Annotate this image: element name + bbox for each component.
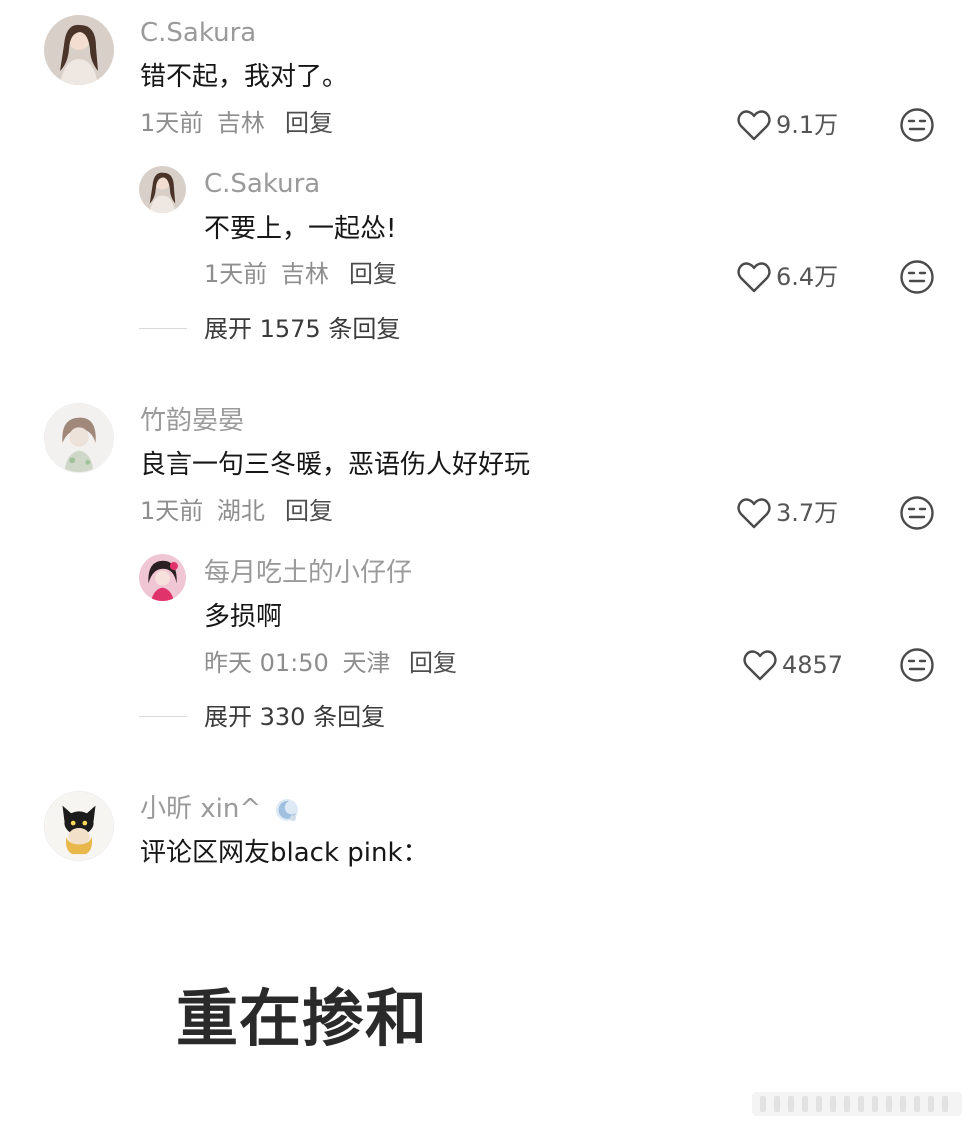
like-count: 9.1万	[776, 111, 839, 139]
neutral-face-icon	[900, 260, 934, 294]
dislike-button[interactable]	[899, 495, 935, 531]
heart-outline-icon	[736, 108, 772, 142]
avatar[interactable]	[44, 791, 114, 861]
reply-time: 昨天 01:50 天津	[204, 648, 390, 678]
avatar[interactable]	[139, 166, 186, 213]
comment-time: 1天前 吉林	[140, 108, 265, 138]
comment-time: 1天前 湖北	[140, 496, 265, 526]
like-count: 4857	[782, 651, 844, 679]
reply-button[interactable]: 回复	[285, 108, 333, 138]
avatar[interactable]	[139, 554, 186, 601]
like-count: 3.7万	[776, 499, 839, 527]
like-button[interactable]: 4857	[742, 648, 843, 682]
neutral-face-icon	[900, 108, 934, 142]
reply-location: 天津	[342, 649, 391, 677]
dislike-button[interactable]	[899, 647, 935, 683]
expand-divider	[139, 716, 187, 717]
like-button[interactable]: 9.1万	[736, 108, 838, 142]
avatar[interactable]	[44, 403, 114, 473]
avatar[interactable]	[44, 15, 114, 85]
reply-text: 多损啊	[204, 602, 283, 632]
reply-time: 1天前 吉林	[204, 259, 329, 289]
comment-time-value: 1天前	[140, 109, 204, 137]
neutral-face-icon	[900, 648, 934, 682]
comment-text: 良言一句三冬暖，恶语伤人好好玩	[140, 450, 531, 480]
heart-outline-icon	[736, 496, 772, 530]
reply-username[interactable]: 每月吃土的小仔仔	[204, 557, 412, 589]
heart-outline-icon	[742, 648, 778, 682]
comment-username[interactable]: 小昕 xin^	[140, 793, 301, 825]
comment-username[interactable]: 竹韵晏晏	[140, 405, 244, 437]
like-button[interactable]: 3.7万	[736, 496, 838, 530]
comment-text: 错不起，我对了。	[140, 62, 349, 92]
bottom-indicator	[752, 1090, 962, 1118]
neutral-face-icon	[900, 496, 934, 530]
expand-replies-button[interactable]: 展开 1575 条回复	[204, 314, 400, 344]
reply-button[interactable]: 回复	[409, 648, 457, 678]
like-button[interactable]: 6.4万	[736, 260, 838, 294]
comment-location: 吉林	[216, 109, 265, 137]
comment-username[interactable]: C.Sakura	[140, 17, 256, 49]
comment-username-text: 小昕 xin^	[140, 794, 262, 824]
reply-button[interactable]: 回复	[285, 496, 333, 526]
comment-time-value: 1天前	[140, 497, 204, 525]
dislike-button[interactable]	[899, 259, 935, 295]
moon-badge-icon	[273, 796, 301, 824]
comment-location: 湖北	[216, 497, 265, 525]
dislike-button[interactable]	[899, 107, 935, 143]
reply-button[interactable]: 回复	[349, 259, 397, 289]
like-count: 6.4万	[776, 263, 839, 291]
reply-location: 吉林	[280, 260, 329, 288]
comment-text: 评论区网友black pink：	[140, 838, 429, 868]
heart-outline-icon	[736, 260, 772, 294]
expand-replies-button[interactable]: 展开 330 条回复	[204, 702, 385, 732]
comment-image-sticker[interactable]: 重在掺和	[176, 982, 428, 1056]
expand-divider	[139, 328, 187, 329]
reply-username[interactable]: C.Sakura	[204, 168, 320, 200]
reply-text: 不要上，一起怂!	[204, 214, 397, 244]
reply-time-value: 昨天 01:50	[204, 649, 329, 677]
reply-time-value: 1天前	[204, 260, 268, 288]
